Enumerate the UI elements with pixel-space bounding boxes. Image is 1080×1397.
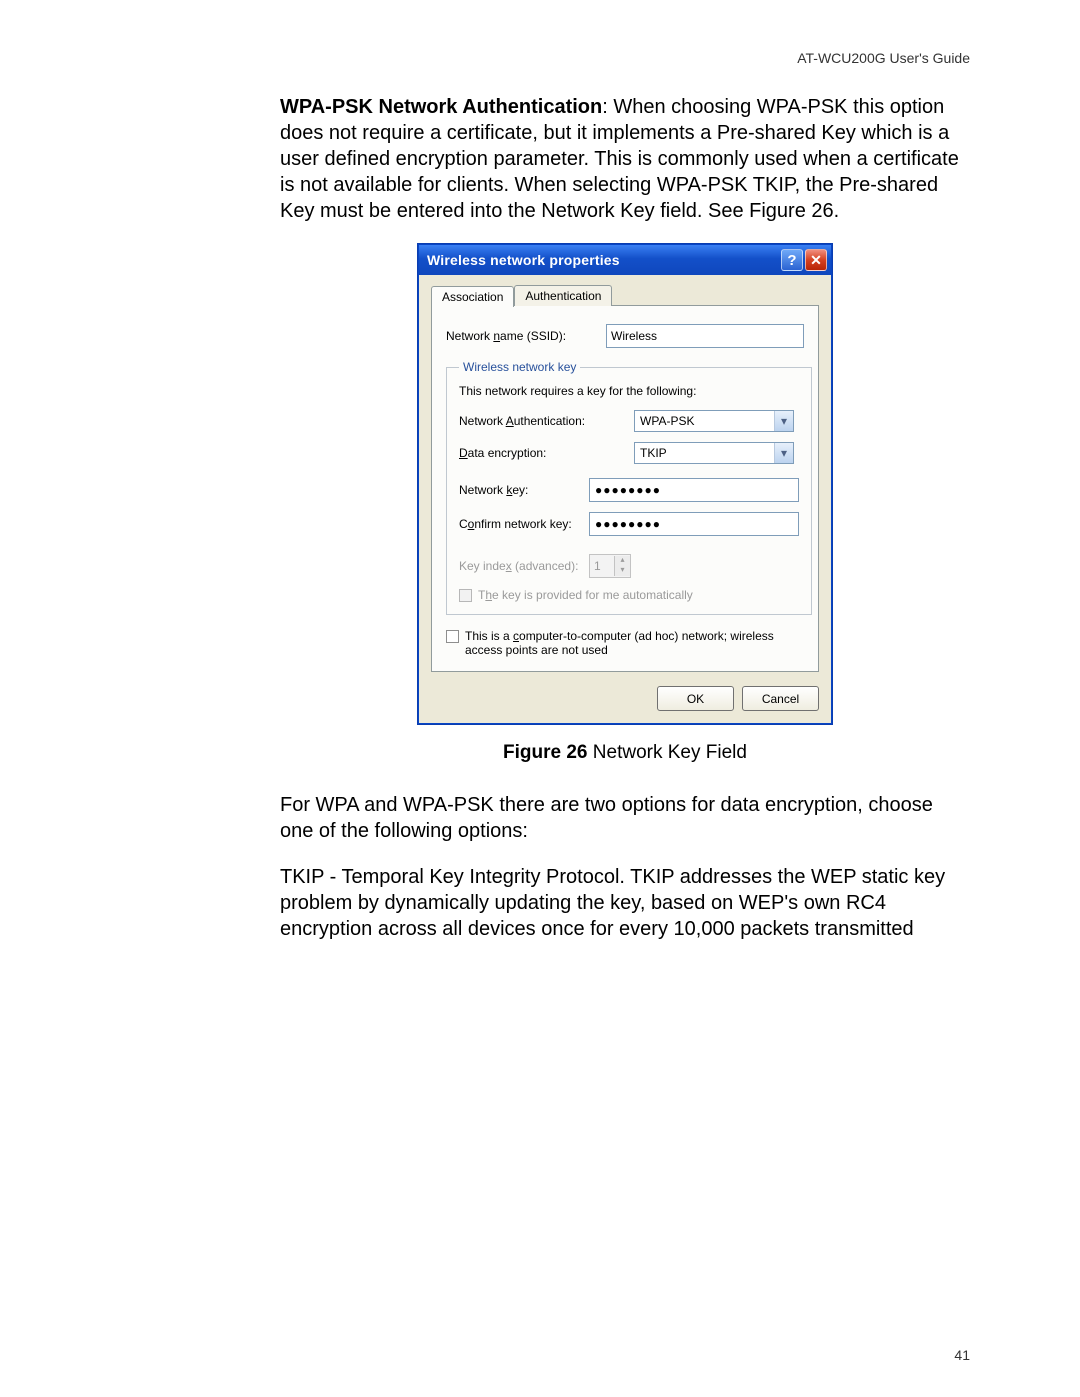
wireless-properties-dialog: Wireless network properties ? ✕ Associat… xyxy=(418,244,832,724)
figure-caption: Figure 26 Network Key Field xyxy=(280,742,970,764)
network-auth-dropdown[interactable]: WPA-PSK ▾ xyxy=(634,410,794,432)
data-encryption-label: Data encryption: xyxy=(459,446,634,460)
auto-key-label: The key is provided for me automatically xyxy=(478,588,693,602)
network-auth-label: Network Authentication: xyxy=(459,414,634,428)
key-index-spinner: 1 ▴ ▾ xyxy=(589,554,631,578)
key-index-label: Key index (advanced): xyxy=(459,559,589,573)
tab-association[interactable]: Association xyxy=(431,286,514,307)
tab-panel-association: Network name (SSID): Wireless network ke… xyxy=(431,305,819,672)
data-encryption-value: TKIP xyxy=(635,446,774,460)
group-intro-text: This network requires a key for the foll… xyxy=(459,384,799,398)
network-key-input[interactable] xyxy=(589,478,799,502)
adhoc-checkbox[interactable] xyxy=(446,630,459,643)
auto-key-checkbox xyxy=(459,589,472,602)
chevron-down-icon: ▾ xyxy=(774,443,793,463)
close-icon[interactable]: ✕ xyxy=(805,249,827,271)
intro-paragraph: WPA-PSK Network Authentication: When cho… xyxy=(280,94,970,224)
tab-strip: Association Authentication xyxy=(431,285,819,306)
titlebar[interactable]: Wireless network properties ? ✕ xyxy=(419,245,831,275)
dialog-title: Wireless network properties xyxy=(427,252,779,268)
page-number: 41 xyxy=(954,1347,970,1363)
data-encryption-dropdown[interactable]: TKIP ▾ xyxy=(634,442,794,464)
help-icon[interactable]: ? xyxy=(781,249,803,271)
paragraph-3: TKIP - Temporal Key Integrity Protocol. … xyxy=(280,864,970,942)
group-legend: Wireless network key xyxy=(459,360,580,374)
network-auth-value: WPA-PSK xyxy=(635,414,774,428)
paragraph-2: For WPA and WPA-PSK there are two option… xyxy=(280,792,970,844)
adhoc-label: This is a computer-to-computer (ad hoc) … xyxy=(465,629,804,657)
spinner-down-icon: ▾ xyxy=(615,566,630,576)
ssid-label: Network name (SSID): xyxy=(446,329,606,343)
document-header: AT-WCU200G User's Guide xyxy=(280,50,970,66)
tab-authentication[interactable]: Authentication xyxy=(514,285,612,306)
confirm-key-label: Confirm network key: xyxy=(459,517,589,531)
adhoc-checkbox-row[interactable]: This is a computer-to-computer (ad hoc) … xyxy=(446,629,804,657)
caption-bold: Figure 26 xyxy=(503,742,587,763)
auto-key-checkbox-row: The key is provided for me automatically xyxy=(459,588,799,602)
intro-bold: WPA-PSK Network Authentication xyxy=(280,96,602,118)
network-key-label: Network key: xyxy=(459,483,589,497)
ssid-input[interactable] xyxy=(606,324,804,348)
cancel-button[interactable]: Cancel xyxy=(742,686,819,711)
chevron-down-icon: ▾ xyxy=(774,411,793,431)
caption-rest: Network Key Field xyxy=(588,742,747,763)
ok-button[interactable]: OK xyxy=(657,686,734,711)
confirm-key-input[interactable] xyxy=(589,512,799,536)
key-index-value: 1 xyxy=(590,559,614,573)
wireless-network-key-group: Wireless network key This network requir… xyxy=(446,360,812,615)
